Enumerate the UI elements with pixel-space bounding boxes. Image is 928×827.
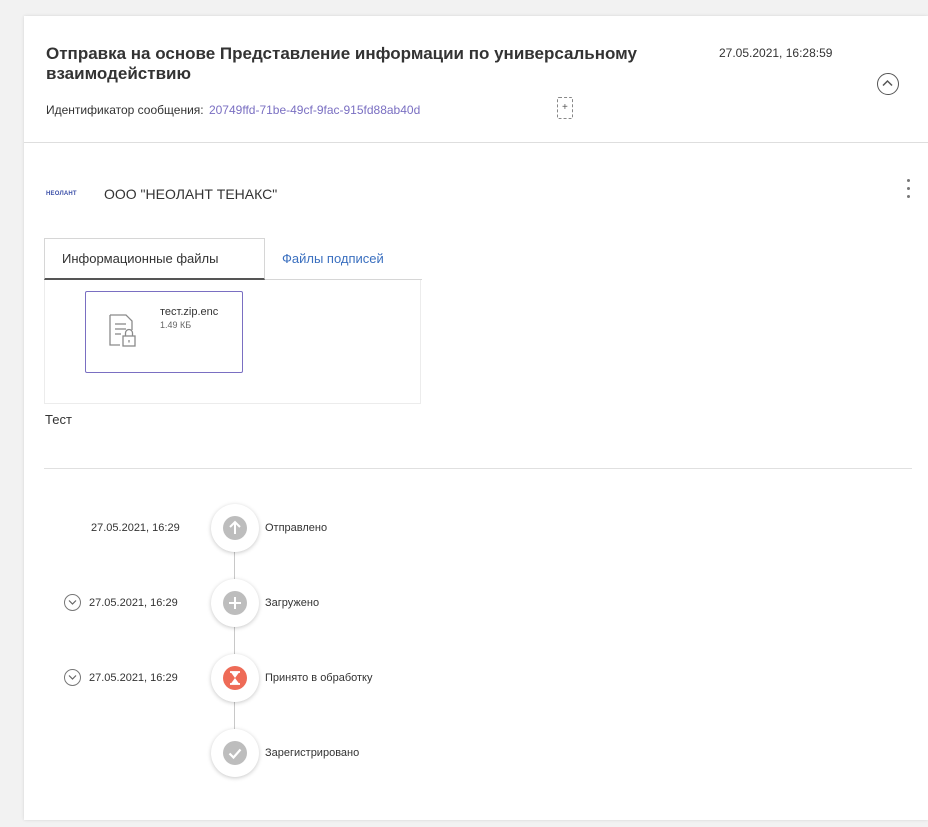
timeline-status-circle — [211, 729, 259, 777]
message-id: Идентификатор сообщения: 20749ffd-71be-4… — [46, 103, 420, 117]
timeline-status: Принято в обработку — [265, 672, 373, 684]
organization-logo: НЕОЛАНТ — [46, 191, 77, 197]
timeline-date: 27.05.2021, 16:29 — [89, 672, 178, 684]
timeline-status-circle — [211, 579, 259, 627]
tab-signature-files[interactable]: Файлы подписей — [265, 238, 422, 280]
timeline-date: 27.05.2021, 16:29 — [89, 597, 178, 609]
copy-icon[interactable]: + — [557, 97, 573, 119]
message-datetime: 27.05.2021, 16:28:59 — [719, 46, 833, 60]
message-id-value[interactable]: 20749ffd-71be-49cf-9fac-915fd88ab40d — [209, 103, 420, 117]
timeline-item-registered: Зарегистрировано — [24, 729, 624, 799]
message-id-label: Идентификатор сообщения: — [46, 103, 204, 117]
organization-name: ООО "НЕОЛАНТ ТЕНАКС" — [104, 186, 278, 202]
timeline-status: Загружено — [265, 597, 320, 609]
message-title: Отправка на основе Представление информа… — [46, 44, 637, 83]
message-card: Отправка на основе Представление информа… — [24, 16, 928, 820]
organization: НЕОЛАНТ ООО "НЕОЛАНТ ТЕНАКС" — [46, 186, 277, 202]
timeline-item-uploaded: 27.05.2021, 16:29 Загружено — [24, 579, 624, 649]
expand-icon[interactable] — [64, 669, 81, 686]
timeline-status-circle — [211, 654, 259, 702]
encrypted-file-icon — [109, 314, 136, 347]
plus-icon — [223, 591, 247, 615]
more-options-icon[interactable] — [902, 176, 914, 206]
timeline-item-processing: 27.05.2021, 16:29 Принято в обработку — [24, 654, 624, 724]
file-tabs: Информационные файлы Файлы подписей — [44, 238, 422, 280]
timeline-date: 27.05.2021, 16:29 — [91, 522, 180, 534]
hourglass-icon — [223, 666, 247, 690]
message-description: Тест — [45, 412, 72, 427]
timeline-status: Зарегистрировано — [265, 747, 360, 759]
file-name: тест.zip.enc — [160, 306, 219, 318]
check-icon — [223, 741, 247, 765]
timeline-item-sent: 27.05.2021, 16:29 Отправлено — [24, 504, 624, 574]
expand-icon[interactable] — [64, 594, 81, 611]
timeline-status-circle — [211, 504, 259, 552]
file-tile[interactable]: тест.zip.enc 1.49 КБ — [85, 291, 243, 373]
tab-info-files[interactable]: Информационные файлы — [44, 238, 265, 280]
chevron-up-icon — [882, 79, 893, 87]
file-size: 1.49 КБ — [160, 320, 192, 330]
divider — [44, 468, 912, 469]
message-header: Отправка на основе Представление информа… — [24, 16, 928, 143]
arrow-up-icon — [223, 516, 247, 540]
timeline-status: Отправлено — [265, 522, 328, 534]
collapse-button[interactable] — [877, 73, 899, 95]
